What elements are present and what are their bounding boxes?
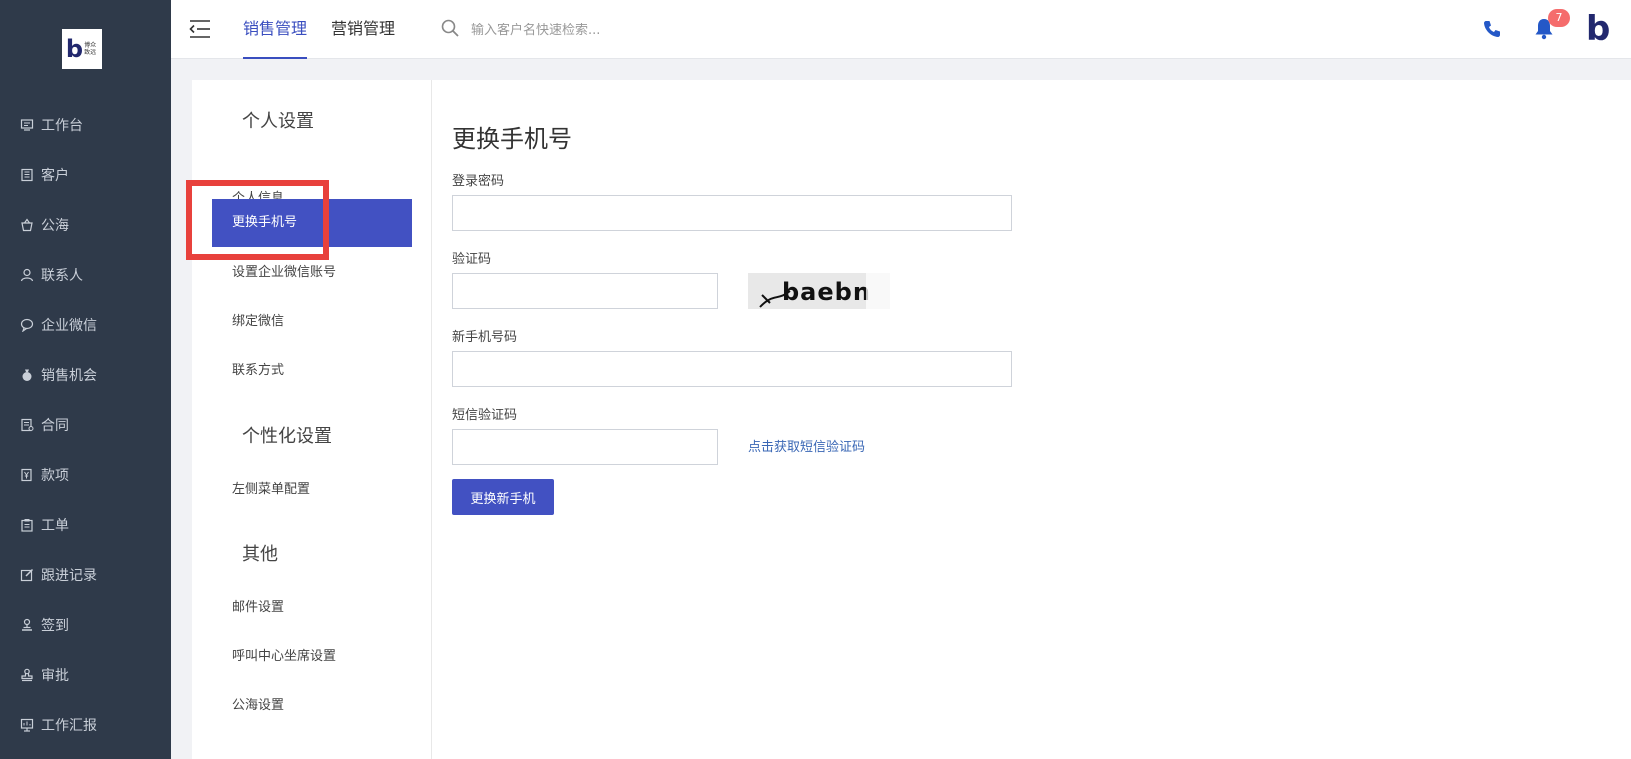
nav-item-contract[interactable]: 合同 <box>0 400 171 450</box>
nav-item-wecom[interactable]: 企业微信 <box>0 300 171 350</box>
logo-letter: b <box>65 35 84 63</box>
get-sms-code-link[interactable]: 点击获取短信验证码 <box>748 436 865 455</box>
logo-text: 博众致远 <box>84 42 97 56</box>
edit-icon <box>20 568 34 582</box>
nav-label: 企业微信 <box>41 318 97 334</box>
clipboard-icon <box>20 518 34 532</box>
nav-label: 客户 <box>41 168 69 184</box>
nav-label: 联系人 <box>41 268 83 284</box>
nav-label: 工作汇报 <box>41 718 97 734</box>
monitor-icon <box>20 118 34 132</box>
checkin-icon <box>20 618 34 632</box>
company-logo[interactable]: b 博众致远 <box>62 29 102 69</box>
user-icon <box>20 268 34 282</box>
nav-item-public-pool[interactable]: 公海 <box>0 200 171 250</box>
nav-item-payments[interactable]: 款项 <box>0 450 171 500</box>
nav-item-check-in[interactable]: 签到 <box>0 600 171 650</box>
stamp-icon <box>20 668 34 682</box>
nav-item-customer[interactable]: 客户 <box>0 150 171 200</box>
password-field[interactable] <box>452 195 1012 231</box>
nav-item-workbench[interactable]: 工作台 <box>0 100 171 150</box>
captcha-label: 验证码 <box>452 252 492 267</box>
settings-item-contact-info[interactable]: 联系方式 <box>212 347 412 395</box>
settings-item-email[interactable]: 邮件设置 <box>212 584 412 632</box>
basket-icon <box>20 218 34 232</box>
nav-label: 签到 <box>41 618 69 634</box>
nav-label: 工作台 <box>41 118 83 134</box>
nav-item-work-order[interactable]: 工单 <box>0 500 171 550</box>
page-title: 更换手机号 <box>452 125 572 153</box>
tab-marketing-management[interactable]: 营销管理 <box>331 0 395 59</box>
section-title-other: 其他 <box>242 544 278 565</box>
search-input[interactable] <box>471 22 731 38</box>
nav-label: 工单 <box>41 518 69 534</box>
nav-label: 销售机会 <box>41 368 97 384</box>
highlight-annotation <box>186 180 329 260</box>
sms-code-label: 短信验证码 <box>452 408 518 423</box>
nav-label: 款项 <box>41 468 69 484</box>
sms-code-field[interactable] <box>452 429 718 465</box>
tab-sales-management[interactable]: 销售管理 <box>243 0 308 59</box>
main-nav: 工作台 客户 公海 联系人 企业微信 销售机会 合同 款项 工单 跟进记录 签到… <box>0 100 171 750</box>
search-bar <box>441 18 741 42</box>
nav-item-work-report[interactable]: 工作汇报 <box>0 700 171 750</box>
notification-badge: 7 <box>1548 9 1570 27</box>
report-icon <box>20 718 34 732</box>
password-label: 登录密码 <box>452 174 505 189</box>
contract-icon <box>20 418 34 432</box>
chat-icon <box>20 318 34 332</box>
phone-icon[interactable] <box>1481 18 1503 40</box>
money-bag-icon <box>20 368 34 382</box>
change-phone-button[interactable]: 更换新手机 <box>452 479 554 515</box>
nav-label: 合同 <box>41 418 69 434</box>
section-title-personal: 个人设置 <box>242 111 314 132</box>
nav-item-contacts[interactable]: 联系人 <box>0 250 171 300</box>
nav-label: 审批 <box>41 668 69 684</box>
user-avatar-logo[interactable]: b <box>1586 12 1620 46</box>
nav-item-opportunity[interactable]: 销售机会 <box>0 350 171 400</box>
main-sidebar: b 博众致远 工作台 客户 公海 联系人 企业微信 销售机会 合同 款项 工单 … <box>0 0 171 759</box>
new-phone-label: 新手机号码 <box>452 330 518 345</box>
captcha-field[interactable] <box>452 273 718 309</box>
new-phone-field[interactable] <box>452 351 1012 387</box>
nav-label: 公海 <box>41 218 69 234</box>
settings-item-bind-wechat[interactable]: 绑定微信 <box>212 298 412 346</box>
captcha-image[interactable]: baebn <box>748 273 890 309</box>
search-icon[interactable] <box>441 19 459 41</box>
settings-card: 个人设置 个人信息 更换手机号 设置企业微信账号 绑定微信 联系方式 个性化设置… <box>192 80 1631 759</box>
settings-item-call-center[interactable]: 呼叫中心坐席设置 <box>212 633 412 681</box>
captcha-text: baebn <box>782 278 871 306</box>
settings-item-public-pool[interactable]: 公海设置 <box>212 682 412 730</box>
collapse-menu-icon[interactable] <box>189 19 211 39</box>
top-bar: 销售管理 营销管理 7 b <box>171 0 1631 59</box>
settings-item-left-menu-config[interactable]: 左侧菜单配置 <box>212 466 412 514</box>
nav-label: 跟进记录 <box>41 568 97 584</box>
yen-doc-icon <box>20 468 34 482</box>
nav-item-follow-up[interactable]: 跟进记录 <box>0 550 171 600</box>
building-icon <box>20 168 34 182</box>
nav-item-approval[interactable]: 审批 <box>0 650 171 700</box>
section-title-personalization: 个性化设置 <box>242 426 332 447</box>
